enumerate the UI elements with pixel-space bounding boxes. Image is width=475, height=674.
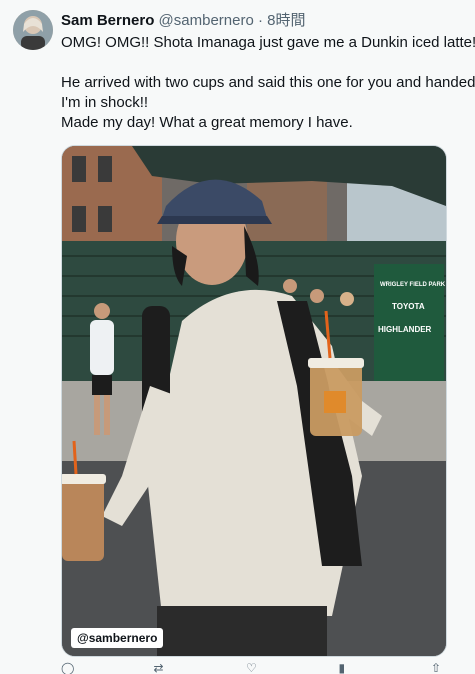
tweet-line: I'm in shock!! — [61, 94, 149, 111]
avatar-image — [13, 10, 53, 50]
handle[interactable]: @sambernero — [159, 12, 254, 29]
avatar[interactable] — [13, 10, 53, 50]
display-name[interactable]: Sam Bernero — [61, 12, 154, 29]
tweet-photo[interactable]: WRIGLEY FIELD PARK TOYOTA HIGHLANDER @sa… — [61, 145, 447, 657]
photo-watermark: @sambernero — [71, 628, 164, 648]
views-icon[interactable]: ▮ — [339, 662, 353, 674]
tweet-line: Made my day! What a great memory I have. — [61, 114, 353, 131]
separator: · — [253, 12, 268, 29]
sign-text: HIGHLANDER — [378, 325, 432, 334]
retweet-icon[interactable]: ⇄ — [154, 662, 168, 674]
tweet-line: He arrived with two cups and said this o… — [61, 74, 475, 91]
timestamp[interactable]: 8時間 — [267, 12, 305, 29]
tweet-line: OMG! OMG!! Shota Imanaga just gave me a … — [61, 34, 475, 51]
tweet-text: OMG! OMG!! Shota Imanaga just gave me a … — [61, 33, 475, 133]
sign-text: WRIGLEY FIELD PARK — [380, 282, 446, 288]
like-icon[interactable]: ♡ — [246, 662, 260, 674]
sign-text: TOYOTA — [392, 302, 425, 311]
tweet-actions: ◯ ⇄ ♡ ▮ ⇧ — [61, 662, 445, 674]
tweet-header: Sam Bernero @sambernero · 8時間 — [61, 11, 475, 30]
reply-icon[interactable]: ◯ — [61, 662, 75, 674]
share-icon[interactable]: ⇧ — [431, 662, 445, 674]
photo-scene: WRIGLEY FIELD PARK TOYOTA HIGHLANDER — [62, 146, 446, 656]
tweet[interactable]: Sam Bernero @sambernero · 8時間 OMG! OMG!!… — [0, 0, 475, 674]
